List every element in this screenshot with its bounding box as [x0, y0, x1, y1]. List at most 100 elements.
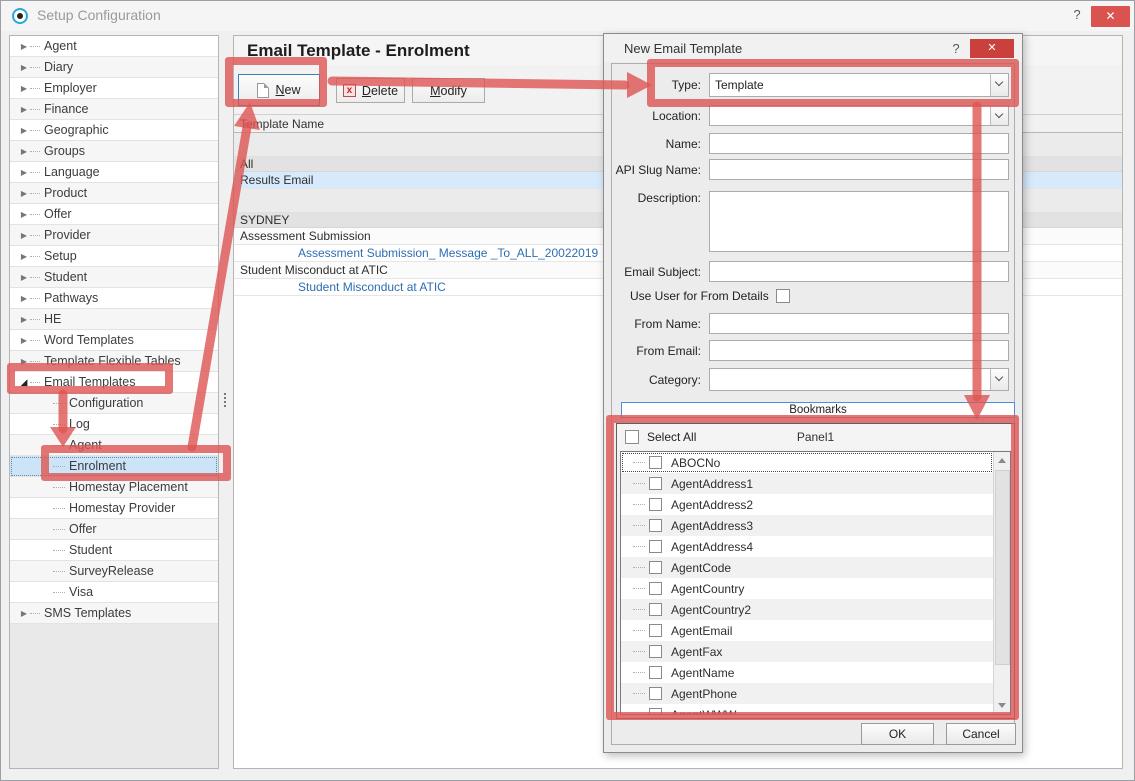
description-textarea[interactable]: [709, 191, 1009, 252]
chevron-down-icon[interactable]: [990, 106, 1008, 125]
from-name-input[interactable]: [709, 313, 1009, 334]
chevron-expanded-icon[interactable]: ◢: [18, 377, 30, 388]
scrollbar-thumb[interactable]: [995, 470, 1010, 665]
bookmark-item-agentcode[interactable]: AgentCode: [621, 557, 993, 578]
sidebar-item-language[interactable]: ▶Language: [10, 162, 218, 183]
from-email-input[interactable]: [709, 340, 1009, 361]
help-button[interactable]: ?: [1067, 7, 1087, 25]
abocno-checkbox[interactable]: [649, 456, 662, 469]
scroll-up-icon[interactable]: [994, 452, 1011, 469]
agentaddress4-checkbox[interactable]: [649, 540, 662, 553]
chevron-collapsed-icon[interactable]: ▶: [18, 336, 30, 345]
bookmark-item-agentphone[interactable]: AgentPhone: [621, 683, 993, 704]
agentcountry2-checkbox[interactable]: [649, 603, 662, 616]
agentaddress2-checkbox[interactable]: [649, 498, 662, 511]
sidebar-item-visa[interactable]: Visa: [10, 582, 218, 603]
bookmark-item-agentcountry[interactable]: AgentCountry: [621, 578, 993, 599]
agentaddress3-checkbox[interactable]: [649, 519, 662, 532]
sidebar-item-sms-templates[interactable]: ▶SMS Templates: [10, 603, 218, 624]
chevron-collapsed-icon[interactable]: ▶: [18, 105, 30, 114]
chevron-collapsed-icon[interactable]: ▶: [18, 609, 30, 618]
chevron-collapsed-icon[interactable]: ▶: [18, 252, 30, 261]
agentemail-checkbox[interactable]: [649, 624, 662, 637]
sidebar-item-student[interactable]: Student: [10, 540, 218, 561]
chevron-collapsed-icon[interactable]: ▶: [18, 315, 30, 324]
chevron-collapsed-icon[interactable]: ▶: [18, 210, 30, 219]
agentcode-checkbox[interactable]: [649, 561, 662, 574]
bookmark-item-agentemail[interactable]: AgentEmail: [621, 620, 993, 641]
bookmark-item-agentaddress4[interactable]: AgentAddress4: [621, 536, 993, 557]
sidebar-item-he[interactable]: ▶HE: [10, 309, 218, 330]
chevron-collapsed-icon[interactable]: ▶: [18, 231, 30, 240]
email-subject-input[interactable]: [709, 261, 1009, 282]
bookmark-item-agentcountry2[interactable]: AgentCountry2: [621, 599, 993, 620]
chevron-collapsed-icon[interactable]: ▶: [18, 273, 30, 282]
sidebar-item-groups[interactable]: ▶Groups: [10, 141, 218, 162]
chevron-collapsed-icon[interactable]: ▶: [18, 126, 30, 135]
agentcountry-checkbox[interactable]: [649, 582, 662, 595]
bookmarks-button[interactable]: Bookmarks: [621, 402, 1015, 418]
sidebar-item-provider[interactable]: ▶Provider: [10, 225, 218, 246]
sidebar-item-configuration[interactable]: Configuration: [10, 393, 218, 414]
splitter-handle[interactable]: [221, 393, 229, 415]
name-input[interactable]: [709, 133, 1009, 154]
chevron-collapsed-icon[interactable]: ▶: [18, 63, 30, 72]
ok-button[interactable]: OK: [861, 723, 934, 745]
api-slug-name-input[interactable]: [709, 159, 1009, 180]
chevron-down-icon[interactable]: [990, 74, 1008, 96]
agentfax-checkbox[interactable]: [649, 645, 662, 658]
bookmark-item-agentwww[interactable]: AgentWWW: [621, 704, 993, 714]
type-combo[interactable]: Template: [709, 73, 1009, 97]
scroll-down-icon[interactable]: [994, 697, 1011, 714]
agentwww-checkbox[interactable]: [649, 708, 662, 714]
chevron-collapsed-icon[interactable]: ▶: [18, 147, 30, 156]
sidebar-item-student[interactable]: ▶Student: [10, 267, 218, 288]
agentaddress1-checkbox[interactable]: [649, 477, 662, 490]
sidebar-item-pathways[interactable]: ▶Pathways: [10, 288, 218, 309]
scrollbar[interactable]: [993, 452, 1010, 714]
dialog-help-button[interactable]: ?: [948, 41, 964, 56]
agentphone-checkbox[interactable]: [649, 687, 662, 700]
chevron-collapsed-icon[interactable]: ▶: [18, 189, 30, 198]
sidebar-item-agent[interactable]: ▶Agent: [10, 36, 218, 57]
sidebar-item-surveyrelease[interactable]: SurveyRelease: [10, 561, 218, 582]
sidebar-item-word-templates[interactable]: ▶Word Templates: [10, 330, 218, 351]
bookmark-item-agentfax[interactable]: AgentFax: [621, 641, 993, 662]
sidebar-item-product[interactable]: ▶Product: [10, 183, 218, 204]
close-button[interactable]: ✕: [1091, 6, 1130, 27]
sidebar-item-agent[interactable]: Agent: [10, 435, 218, 456]
sidebar-item-offer[interactable]: ▶Offer: [10, 204, 218, 225]
use-user-for-from-details-checkbox[interactable]: [776, 289, 790, 303]
sidebar-item-homestay-provider[interactable]: Homestay Provider: [10, 498, 218, 519]
delete-button[interactable]: xDelete: [336, 78, 405, 103]
sidebar-item-offer[interactable]: Offer: [10, 519, 218, 540]
sidebar-item-template-flexible-tables[interactable]: ▶Template Flexible Tables: [10, 351, 218, 372]
chevron-collapsed-icon[interactable]: ▶: [18, 357, 30, 366]
sidebar-item-employer[interactable]: ▶Employer: [10, 78, 218, 99]
sidebar-item-setup[interactable]: ▶Setup: [10, 246, 218, 267]
sidebar-item-finance[interactable]: ▶Finance: [10, 99, 218, 120]
bookmark-item-abocno[interactable]: ABOCNo: [621, 452, 993, 473]
sidebar-item-homestay-placement[interactable]: Homestay Placement: [10, 477, 218, 498]
chevron-collapsed-icon[interactable]: ▶: [18, 168, 30, 177]
chevron-down-icon[interactable]: [990, 369, 1008, 390]
new-button[interactable]: New: [238, 74, 320, 106]
category-combo[interactable]: [709, 368, 1009, 391]
cancel-button[interactable]: Cancel: [946, 723, 1016, 745]
chevron-collapsed-icon[interactable]: ▶: [18, 84, 30, 93]
agentname-checkbox[interactable]: [649, 666, 662, 679]
sidebar-item-diary[interactable]: ▶Diary: [10, 57, 218, 78]
sidebar-item-geographic[interactable]: ▶Geographic: [10, 120, 218, 141]
sidebar-item-log[interactable]: Log: [10, 414, 218, 435]
chevron-collapsed-icon[interactable]: ▶: [18, 42, 30, 51]
bookmark-item-agentaddress3[interactable]: AgentAddress3: [621, 515, 993, 536]
location-combo[interactable]: [709, 105, 1009, 126]
modify-button[interactable]: Modify: [412, 78, 485, 103]
sidebar-item-email-templates[interactable]: ◢Email Templates: [10, 372, 218, 393]
bookmark-item-agentaddress2[interactable]: AgentAddress2: [621, 494, 993, 515]
dialog-close-button[interactable]: ✕: [970, 39, 1014, 58]
sidebar-item-enrolment[interactable]: Enrolment: [10, 456, 218, 477]
bookmark-item-agentname[interactable]: AgentName: [621, 662, 993, 683]
chevron-collapsed-icon[interactable]: ▶: [18, 294, 30, 303]
bookmark-item-agentaddress1[interactable]: AgentAddress1: [621, 473, 993, 494]
